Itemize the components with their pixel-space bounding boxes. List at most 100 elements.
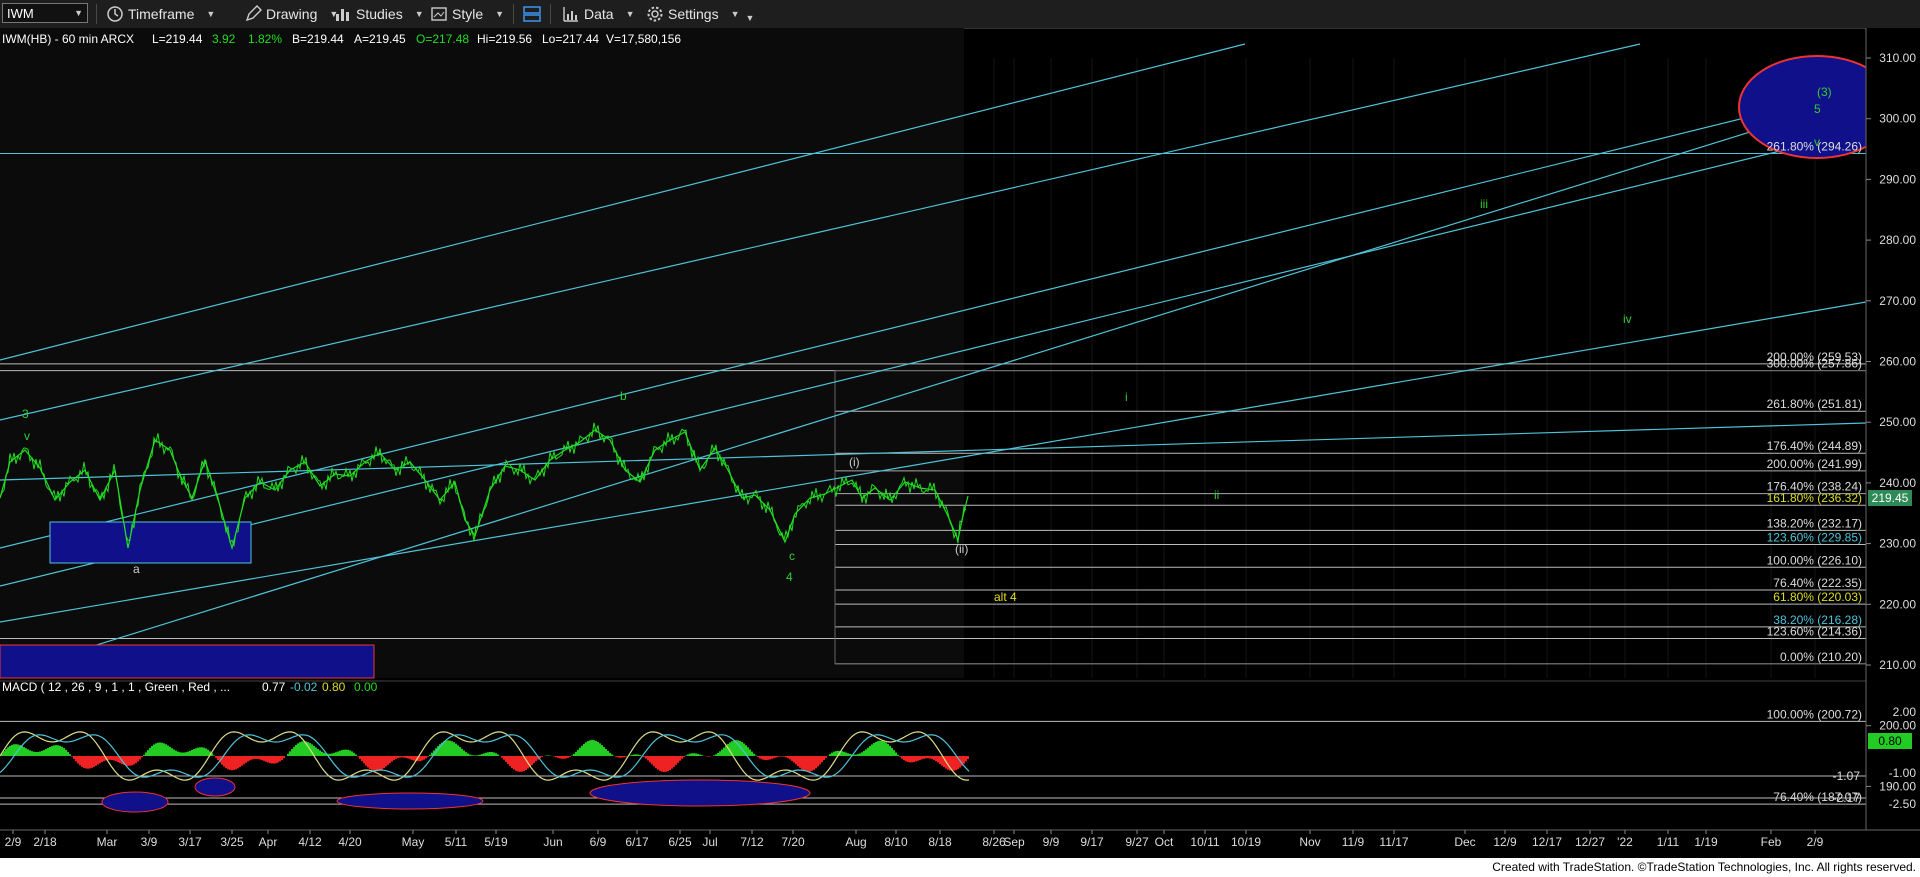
price-axis-label: 240.00 [1879,476,1916,490]
time-axis-label: 7/12 [740,835,764,849]
time-axis-label: Jun [543,835,562,849]
time-axis-label: 10/19 [1231,835,1261,849]
time-axis-label: 7/20 [781,835,805,849]
symbol-selector[interactable]: IWM ▼ [2,3,88,23]
wave-label: (3) [1817,85,1832,99]
last-price-tag: 219.45 [1868,490,1912,506]
gear-icon [647,6,663,22]
drawing-button[interactable]: Drawing ▼ [244,3,338,25]
footer: Created with TradeStation. ©TradeStation… [0,858,1920,877]
fib-label: 61.80% (220.03) [1773,590,1862,604]
time-axis-label: '22 [1617,835,1633,849]
time-axis-label: 6/25 [668,835,692,849]
layout-button[interactable] [522,3,542,25]
info-last: L=219.44 [152,32,203,46]
price-axis-label: 210.00 [1879,658,1916,672]
support-box [0,644,375,679]
time-axis-label: 12/17 [1532,835,1562,849]
price-axis-label: 250.00 [1879,415,1916,429]
fib-label: 138.20% (232.17) [1767,516,1862,530]
fib-labels: 200.00% (259.53)300.00% (257.86)261.80% … [1767,140,1862,805]
time-axis-label: 9/17 [1080,835,1104,849]
price-axis-label: 190.00 [1879,779,1916,793]
time-axis-label: Dec [1454,835,1475,849]
macd-divergence-ellipse [336,792,484,810]
macd-level-label: -2.17 [1833,791,1861,805]
chevron-down-icon: ▼ [495,9,505,19]
overflow-caret-icon: ▼ [745,13,755,23]
wave-label: b [620,389,627,403]
drawing-label: Drawing [266,6,318,22]
time-axis-label: 1/19 [1694,835,1718,849]
macd-axis-label: -2.50 [1889,797,1917,811]
info-low: Lo=217.44 [542,32,599,46]
time-axis-label: 3/17 [178,835,202,849]
fib-box [834,370,1867,665]
time-axis-label: 12/27 [1575,835,1605,849]
macd-axis-label: -1.00 [1889,766,1917,780]
price-axis-label: 310.00 [1879,51,1916,65]
price-axis-label: 220.00 [1879,597,1916,611]
time-axis-label: 2/9 [1807,835,1824,849]
studies-label: Studies [356,6,403,22]
chart-area[interactable]: 3vabc4iiiiiiivv(3)5alt 4(i)(ii) 200.00% … [0,28,1920,858]
time-axis-label: Apr [259,835,278,849]
settings-label: Settings [668,6,719,22]
macd-divergence-ellipse [101,791,169,813]
studies-icon [336,9,349,21]
data-label: Data [584,6,614,22]
last-price-value: 219.45 [1872,491,1909,505]
time-axis-label: 3/9 [141,835,158,849]
macd-value-2: -0.02 [290,680,318,694]
time-axis-label: 6/17 [625,835,649,849]
toolbar: IWM ▼ Timeframe ▼ Drawing ▼ Studies ▼ St… [0,0,1920,29]
toolbar-divider [513,4,514,24]
fib-label: 123.60% (214.36) [1767,625,1862,639]
fib-label: 261.80% (251.81) [1767,397,1862,411]
timeframe-label: Timeframe [128,6,195,22]
time-axis-label: 12/9 [1493,835,1517,849]
macd-value-4: 0.00 [354,680,378,694]
timeframe-button[interactable]: Timeframe ▼ [106,3,215,25]
wave-label: 3 [22,407,29,421]
time-axis-label: 10/11 [1190,835,1219,849]
time-axis-label: 1/11 [1657,835,1680,849]
time-axis-label: Aug [845,835,866,849]
fib-label: 100.00% (200.72) [1767,707,1862,721]
fib-label: 200.00% (241.99) [1767,457,1862,471]
settings-button[interactable]: Settings ▼ ▼ [646,3,754,25]
fib-label: 176.40% (244.89) [1767,439,1862,453]
wave-label: iv [1623,312,1632,326]
time-axis-label: 11/9 [1342,835,1365,849]
macd-last-value: 0.80 [1878,734,1902,748]
wave-label: alt 4 [994,590,1017,604]
data-icon [563,7,578,22]
info-volume: V=17,580,156 [606,32,681,46]
chevron-down-icon: ▼ [625,9,635,19]
time-axis-label: 8/10 [884,835,908,849]
time-axis-label: 5/11 [445,835,468,849]
data-button[interactable]: Data ▼ [562,3,635,25]
macd-last-tag: 0.80 [1868,733,1912,749]
studies-button[interactable]: Studies ▼ [334,3,424,25]
time-axis-label: 8/18 [928,835,952,849]
wave-label: v [24,429,30,443]
info-high: Hi=219.56 [477,32,532,46]
fib-label: 261.80% (294.26) [1767,140,1862,154]
fib-label: 161.80% (236.32) [1767,491,1862,505]
price-axis-label: 270.00 [1879,294,1916,308]
price-axis-label: 230.00 [1879,537,1916,551]
time-axis-label: Mar [97,835,118,849]
price-axis-label: 280.00 [1879,233,1916,247]
time-axis-label: 4/12 [298,835,322,849]
wave-label: c [789,549,795,563]
wave-label: 4 [786,570,793,584]
time-axis-label: 4/20 [338,835,362,849]
info-ask: A=219.45 [354,32,406,46]
wave-label: (ii) [955,542,968,556]
wave-label: 5 [1814,102,1821,116]
style-button[interactable]: Style ▼ [430,3,504,25]
chevron-down-icon: ▼ [74,8,83,18]
symbol-value: IWM [7,5,34,21]
time-axis-label: Oct [1155,835,1174,849]
